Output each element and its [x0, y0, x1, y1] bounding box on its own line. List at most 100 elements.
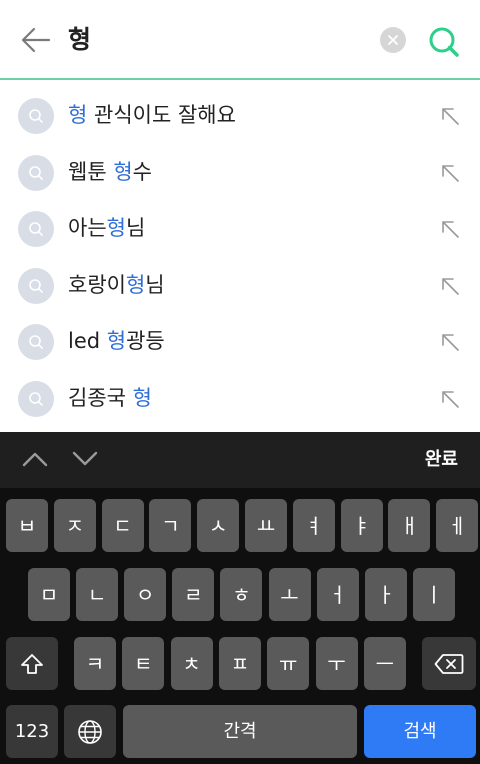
next-field-button[interactable]	[68, 444, 102, 474]
fill-query-arrow-icon[interactable]	[436, 272, 464, 300]
letter-key-label: ㅓ	[328, 582, 347, 607]
suggestion-item[interactable]: 형 관식이도 잘해요	[0, 87, 480, 144]
letter-key-label: ㅣ	[424, 582, 443, 607]
letter-key[interactable]: ㅍ	[218, 637, 261, 690]
letter-key-label: ㅇ	[135, 582, 155, 607]
backspace-icon	[434, 653, 464, 674]
letter-key[interactable]: ㄱ	[149, 499, 192, 552]
suggestion-item[interactable]: 웹툰 형수	[0, 144, 480, 201]
letter-key-label: ㄷ	[113, 513, 132, 538]
back-button[interactable]	[18, 22, 54, 58]
letter-key[interactable]: ㅓ	[316, 568, 359, 621]
letter-key[interactable]: ㅑ	[340, 499, 383, 552]
suggestion-item[interactable]: 아는형님	[0, 200, 480, 257]
search-icon	[429, 27, 459, 57]
suggestion-item[interactable]: led 형광등	[0, 313, 480, 370]
suggestion-text: 아는형님	[68, 216, 146, 241]
letter-key[interactable]: ㅜ	[315, 637, 358, 690]
letter-key[interactable]: ㅋ	[74, 637, 116, 690]
letter-key-label: ㄱ	[161, 513, 180, 538]
letter-key[interactable]: ㅣ	[412, 568, 455, 621]
fill-query-arrow-icon[interactable]	[436, 215, 464, 243]
suggestion-text: 김종국 형	[68, 385, 152, 410]
letter-key[interactable]: ㅅ	[197, 499, 240, 552]
previous-field-button[interactable]	[18, 444, 52, 474]
search-key-label: 검색	[403, 720, 437, 742]
space-key-label: 간격	[223, 720, 257, 742]
suggestion-search-icon	[18, 211, 54, 248]
search-input[interactable]: 형	[68, 22, 91, 58]
letter-key[interactable]: ㅇ	[124, 568, 167, 621]
chevron-up-icon	[22, 452, 48, 467]
letter-key-label: ㅍ	[230, 651, 250, 676]
letter-key-label: ㅂ	[17, 513, 37, 538]
language-key[interactable]	[64, 705, 116, 758]
shift-icon	[21, 653, 43, 674]
suggestion-item[interactable]: 김종국 형	[0, 370, 480, 427]
letter-key[interactable]: ㅊ	[170, 637, 213, 690]
done-button[interactable]: 완료	[425, 446, 458, 474]
numbers-key[interactable]: 123	[6, 705, 58, 758]
letter-key[interactable]: ㅌ	[122, 637, 165, 690]
search-key[interactable]: 검색	[364, 705, 476, 758]
fill-query-arrow-icon[interactable]	[436, 385, 464, 413]
clear-button[interactable]	[380, 27, 406, 53]
suggestion-text: 형 관식이도 잘해요	[68, 103, 236, 127]
suggestion-list: 형 관식이도 잘해요웹툰 형수아는형님호랑이형님 led 형광등김종국 형	[0, 87, 480, 427]
keyboard-toolbar: 완료	[0, 432, 480, 488]
backspace-key[interactable]	[422, 637, 476, 690]
letter-key-label: ㅏ	[376, 582, 395, 607]
letter-key[interactable]: ㄹ	[172, 568, 215, 621]
letter-key-label: ㅡ	[375, 651, 394, 676]
letter-key[interactable]: ㅡ	[363, 637, 406, 690]
close-icon	[388, 35, 398, 45]
numbers-key-label: 123	[14, 720, 50, 742]
letter-key[interactable]: ㅎ	[220, 568, 263, 621]
letter-key[interactable]: ㅂ	[6, 499, 48, 552]
search-button[interactable]	[424, 22, 464, 62]
letter-key-label: ㄴ	[87, 582, 107, 607]
suggestion-text: led 형광등	[68, 329, 165, 354]
letter-key-label: ㅕ	[304, 513, 323, 538]
letter-key[interactable]: ㅈ	[53, 499, 96, 552]
search-bar: 형	[0, 0, 480, 80]
suggestion-text: 웹툰 형수	[68, 159, 152, 184]
letter-key[interactable]: ㄴ	[76, 568, 119, 621]
letter-key-label: ㅗ	[280, 582, 299, 607]
letter-key[interactable]: ㅗ	[268, 568, 311, 621]
letter-key-label: ㅐ	[400, 513, 419, 538]
letter-key[interactable]: ㅠ	[267, 637, 310, 690]
letter-key-label: ㅑ	[352, 513, 371, 538]
letter-key-label: ㄹ	[184, 582, 203, 607]
fill-query-arrow-icon[interactable]	[436, 328, 464, 356]
letter-key-label: ㅁ	[39, 582, 59, 607]
letter-key-label: ㅋ	[85, 651, 105, 676]
fill-query-arrow-icon[interactable]	[436, 102, 464, 130]
letter-key-label: ㅈ	[65, 513, 84, 538]
chevron-down-icon	[72, 451, 98, 466]
arrow-left-icon	[21, 27, 51, 53]
letter-key-label: ㅅ	[208, 513, 228, 538]
keyboard: 123 간격 검색 ㅂ ㅈ ㄷ ㄱ ㅅ ㅛ ㅕ ㅑ ㅐ ㅔㅁ ㄴ ㅇ ㄹ ㅎ ㅗ ㅓ ㅏ ㅣㅋ ㅌ ㅊ ㅍ ㅠ ㅜ ㅡ	[0, 488, 480, 764]
letter-key[interactable]: ㅁ	[28, 568, 70, 621]
letter-key[interactable]: ㅏ	[364, 568, 407, 621]
letter-key[interactable]: ㅔ	[436, 499, 479, 552]
letter-key-label: ㅔ	[447, 513, 467, 538]
globe-icon	[78, 719, 102, 744]
letter-key[interactable]: ㅐ	[388, 499, 431, 552]
letter-key-label: ㅠ	[278, 651, 298, 676]
letter-key[interactable]: ㄷ	[101, 499, 144, 552]
fill-query-arrow-icon[interactable]	[436, 159, 464, 187]
suggestion-item[interactable]: 호랑이형님	[0, 257, 480, 314]
letter-key[interactable]: ㅛ	[245, 499, 287, 552]
letter-key-label: ㅛ	[256, 513, 276, 538]
letter-key[interactable]: ㅕ	[292, 499, 335, 552]
shift-key[interactable]	[6, 637, 58, 690]
letter-key-label: ㅎ	[232, 582, 251, 607]
suggestion-text: 호랑이형님	[68, 272, 165, 297]
suggestion-search-icon	[18, 98, 54, 134]
suggestion-search-icon	[18, 324, 54, 361]
suggestion-search-icon	[18, 154, 54, 191]
suggestion-search-icon	[18, 267, 54, 304]
space-key[interactable]: 간격	[123, 705, 357, 758]
